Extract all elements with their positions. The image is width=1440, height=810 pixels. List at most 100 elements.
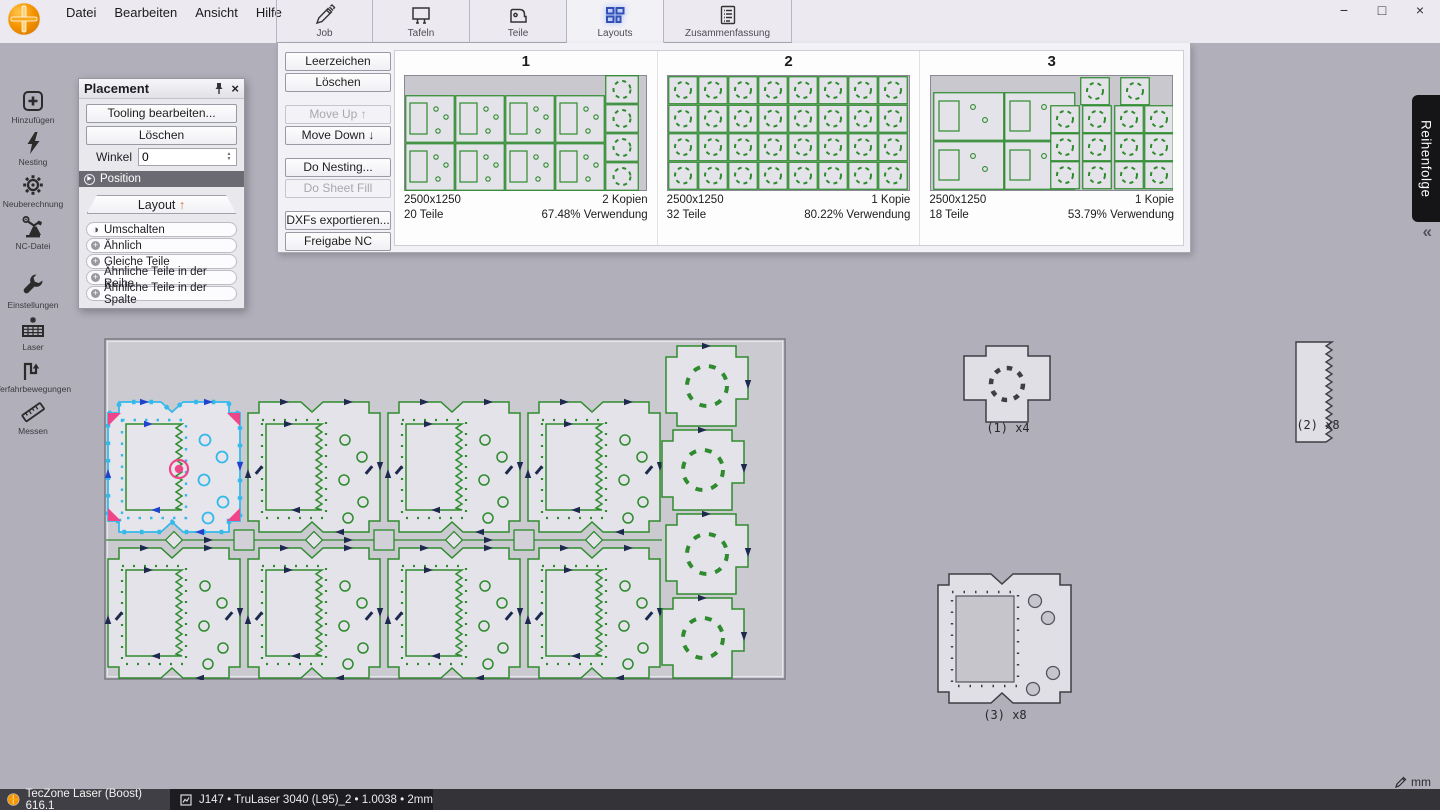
layout-level-button[interactable]: Layout ↑ [87,195,237,214]
nested-part[interactable] [525,399,663,535]
option-aehnliche-spalte[interactable]: + Ähnliche Teile in der Spalte [86,286,237,301]
nested-part[interactable] [385,399,523,535]
tool-einstellungen[interactable]: Einstellungen [0,273,66,310]
layout-1-usage: 67.48% Verwendung [542,208,648,223]
do-sheet-fill-button[interactable]: Do Sheet Fill [285,179,391,198]
position-section-label: Position [100,173,141,185]
angle-field[interactable]: ▲▼ [138,148,237,166]
part-preview-3[interactable] [936,572,1074,706]
job-info-text: J147 • TruLaser 3040 (L95)_2 • 1.0038 • … [199,794,433,806]
nested-part[interactable] [245,399,383,535]
job-info-segment[interactable]: J147 • TruLaser 3040 (L95)_2 • 1.0038 • … [170,789,433,810]
collapse-panel-icon[interactable]: « [1423,222,1432,242]
tool-nesting[interactable]: Nesting [0,130,66,167]
close-button[interactable]: × [1412,2,1428,18]
menu-datei[interactable]: Datei [66,5,96,20]
left-toolbar: Hinzufügen Nesting Neuberechnung NC-Date… [0,43,66,441]
tool-nc-datei-label: NC-Datei [16,241,51,251]
edit-tooling-button[interactable]: Tooling bearbeiten... [86,104,237,123]
status-bar: TecZone Laser (Boost) 616.1 J147 • TruLa… [0,789,1440,810]
tool-messen[interactable]: Messen [0,399,66,436]
placement-panel: Placement × Tooling bearbeiten... Lösche… [78,78,245,309]
reihenfolge-tab[interactable]: Reihenfolge [1412,95,1440,222]
layout-2-parts: 32 Teile [667,208,706,223]
reihenfolge-tab-label: Reihenfolge [1419,120,1434,198]
toggle-icon: ◑ [91,225,100,234]
layout-3-number: 3 [920,53,1183,75]
layout-3-copies: 1 Kopie [1135,193,1174,208]
pin-icon[interactable] [214,82,224,95]
tab-tafeln[interactable]: Tafeln [373,0,470,43]
expand-icon: ▶ [84,174,95,185]
angle-spinner[interactable]: ▲▼ [223,149,235,165]
part-1-count-label: (1) x4 [962,421,1054,435]
tab-job-label: Job [316,28,332,39]
option-aehnlich[interactable]: + Ähnlich [86,238,237,253]
tool-verfahrbewegungen[interactable]: Verfahrbewegungen [0,357,66,394]
maximize-button[interactable]: □ [1374,2,1390,18]
tool-neuberechnung[interactable]: Neuberechnung [0,172,66,209]
tab-layouts-active[interactable]: Layouts [567,0,664,43]
tool-nc-datei[interactable]: NC-Datei [0,214,66,251]
layout-2-copies: 1 Kopie [871,193,910,208]
insert-space-button[interactable]: Leerzeichen einfügen [285,52,391,71]
tab-teile-label: Teile [508,28,529,39]
menu-bar: Datei Bearbeiten Ansicht Hilfe [66,5,282,20]
part-preview-1[interactable] [962,344,1054,424]
layout-card-2[interactable]: 2 2500x1250 1 Kopie 32 Teile 80.22% Verw… [658,51,921,245]
main-tabs: Job Tafeln Teile Layouts Zusam [276,0,792,43]
angle-label: Winkel [86,150,138,164]
tool-hinzufuegen-label: Hinzufügen [11,115,54,125]
nested-part[interactable] [245,545,383,680]
layout-2-usage: 80.22% Verwendung [804,208,910,223]
position-section-header[interactable]: ▶ Position [79,171,244,187]
wrench-icon [20,273,46,299]
tab-zusammenfassung-label: Zusammenfassung [685,28,770,39]
job-info-icon [180,794,192,806]
tool-laser[interactable]: Laser [0,315,66,352]
sheet-board-icon [409,4,433,26]
move-down-button[interactable]: Move Down ↓ [285,126,391,145]
placement-header[interactable]: Placement × [79,79,244,99]
plus-circle-icon: + [91,257,100,266]
minimize-button[interactable]: − [1336,2,1352,18]
layout-3-preview [930,75,1173,191]
add-icon [20,88,46,114]
nested-part[interactable] [105,545,243,680]
release-nc-button[interactable]: Freigabe NC [285,232,391,251]
delete-layout-button[interactable]: Löschen [285,73,391,92]
option-umschalten[interactable]: ◑ Umschalten [86,222,237,237]
menu-ansicht[interactable]: Ansicht [195,5,238,20]
placement-title: Placement [84,81,214,96]
pencil-icon [313,4,337,26]
layout-card-3[interactable]: 3 2500x1250 1 Kopie 18 Teile 53.79% Verw… [920,51,1183,245]
tab-tafeln-label: Tafeln [408,28,435,39]
selected-part[interactable] [105,399,243,535]
app-version-text: TecZone Laser (Boost) 616.1 [26,788,170,810]
layout-2-preview [667,75,910,191]
nesting-canvas[interactable] [104,338,786,680]
export-dxf-button[interactable]: DXFs exportieren... [285,211,391,230]
delete-placement-button[interactable]: Löschen [86,126,237,145]
unit-indicator[interactable]: mm [1394,775,1431,789]
layout-card-1[interactable]: 1 [395,51,658,245]
selection-options: ◑ Umschalten + Ähnlich + Gleiche Teile +… [86,222,237,301]
do-nesting-button[interactable]: Do Nesting... [285,158,391,177]
tool-neuberechnung-label: Neuberechnung [3,199,64,209]
tool-messen-label: Messen [18,426,48,436]
move-up-button[interactable]: Move Up ↑ [285,105,391,124]
angle-input[interactable] [142,150,212,164]
nested-part[interactable] [525,545,663,680]
app-version-segment[interactable]: TecZone Laser (Boost) 616.1 [0,789,170,810]
window-controls: − □ × [1336,2,1428,18]
menu-bearbeiten[interactable]: Bearbeiten [114,5,177,20]
layout-3-size: 2500x1250 [929,193,986,208]
tab-zusammenfassung[interactable]: Zusammenfassung [664,0,792,43]
placement-close-icon[interactable]: × [231,82,239,95]
tool-hinzufuegen[interactable]: Hinzufügen [0,88,66,125]
tab-teile[interactable]: Teile [470,0,567,43]
travel-path-icon [20,357,46,383]
layout-2-stats: 2500x1250 1 Kopie 32 Teile 80.22% Verwen… [658,191,920,223]
nested-part[interactable] [385,545,523,680]
tab-job[interactable]: Job [276,0,373,43]
